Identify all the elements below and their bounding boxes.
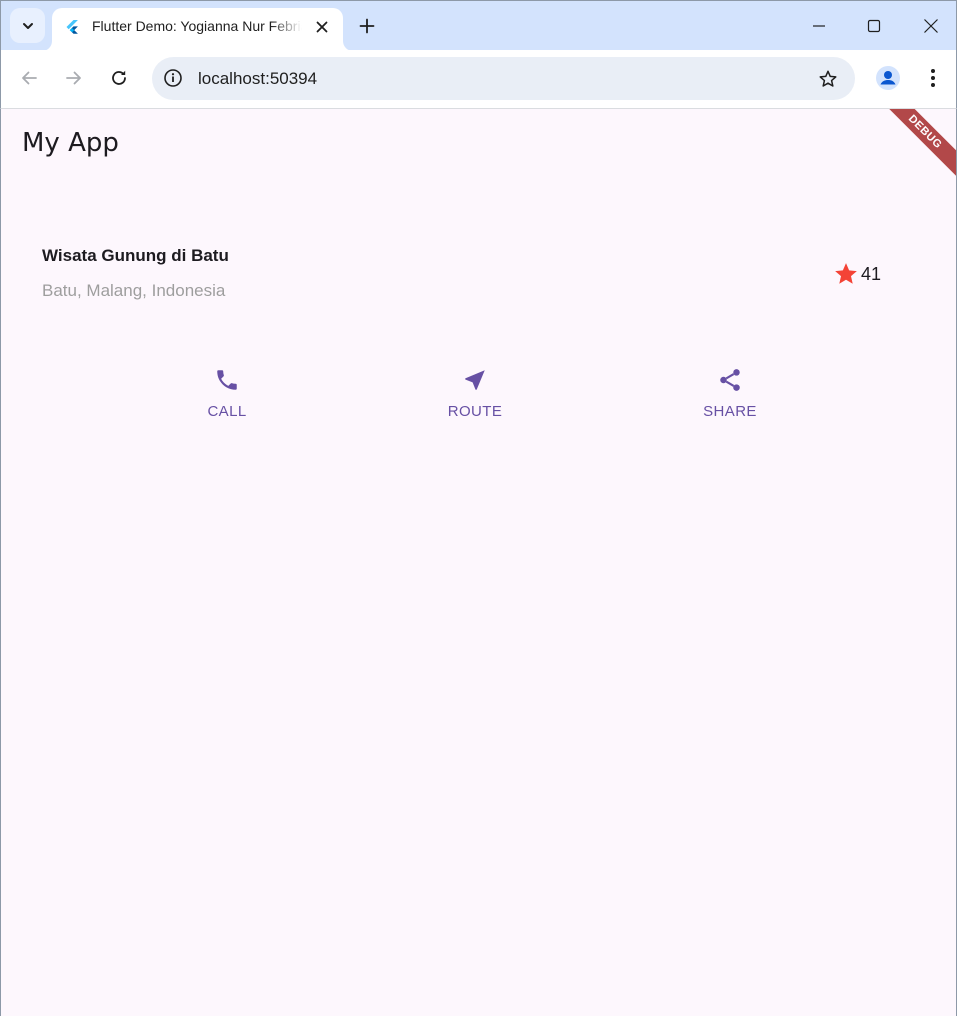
browser-menu-button[interactable] <box>917 62 949 94</box>
plus-icon <box>359 18 375 34</box>
arrow-left-icon <box>22 71 37 85</box>
avatar-icon <box>876 66 900 90</box>
star-outline-icon <box>819 70 837 87</box>
site-info-button[interactable] <box>162 67 184 89</box>
minimize-button[interactable] <box>796 7 842 45</box>
route-label: ROUTE <box>447 403 503 420</box>
rating-count: 41 <box>860 263 881 284</box>
reload-icon <box>112 70 126 85</box>
tab-title: Flutter Demo: Yogianna Nur Febrianto <box>92 18 302 34</box>
rating: 41 <box>833 261 881 287</box>
tab-close-button[interactable] <box>312 17 332 37</box>
back-button[interactable] <box>12 61 46 95</box>
debug-banner: DEBUG <box>872 109 956 185</box>
more-vert-icon <box>931 69 935 87</box>
flutter-logo-icon <box>66 20 78 34</box>
app-viewport: My App DEBUG Wisata Gunung di Batu Batu,… <box>0 109 957 1016</box>
title-section: Wisata Gunung di Batu Batu, Malang, Indo… <box>41 241 883 311</box>
profile-button[interactable] <box>872 62 904 94</box>
browser-tab-active[interactable]: Flutter Demo: Yogianna Nur Febrianto <box>52 8 343 51</box>
close-icon <box>316 21 328 33</box>
address-bar[interactable]: localhost:50394 <box>152 57 855 100</box>
address-url[interactable]: localhost:50394 <box>198 69 317 89</box>
call-button[interactable]: CALL <box>177 367 277 420</box>
maximize-button[interactable] <box>851 7 897 45</box>
near-me-icon <box>465 370 485 390</box>
maximize-icon <box>867 19 881 33</box>
minimize-icon <box>813 25 825 27</box>
share-icon <box>720 369 740 391</box>
reload-button[interactable] <box>102 61 136 95</box>
star-icon <box>835 263 857 284</box>
phone-icon <box>217 370 237 390</box>
info-icon <box>164 69 182 87</box>
browser-tab-strip: Flutter Demo: Yogianna Nur Febrianto <box>0 0 957 51</box>
tab-search-button[interactable] <box>10 8 45 43</box>
place-location: Batu, Malang, Indonesia <box>42 281 226 300</box>
place-name: Wisata Gunung di Batu <box>42 246 229 265</box>
call-label: CALL <box>207 403 247 420</box>
share-button[interactable]: SHARE <box>680 367 780 420</box>
route-button[interactable]: ROUTE <box>425 367 525 420</box>
forward-button[interactable] <box>57 61 91 95</box>
close-icon <box>924 19 938 33</box>
share-label: SHARE <box>703 403 757 420</box>
new-tab-button[interactable] <box>353 12 381 40</box>
arrow-right-icon <box>66 71 81 85</box>
button-section: CALL ROUTE SHARE <box>1 367 956 437</box>
window-close-button[interactable] <box>908 7 954 45</box>
browser-toolbar: localhost:50394 <box>0 50 957 109</box>
bookmark-button[interactable] <box>816 67 840 91</box>
chevron-down-icon <box>22 22 33 29</box>
app-title: My App <box>22 128 119 158</box>
